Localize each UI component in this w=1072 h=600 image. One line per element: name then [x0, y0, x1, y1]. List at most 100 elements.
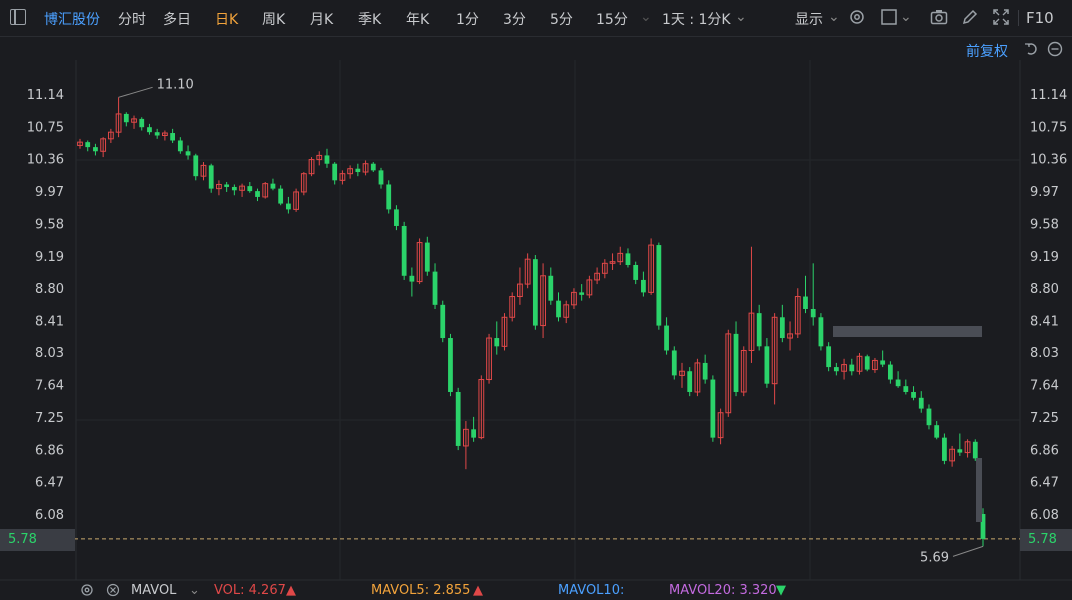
candle-body-down — [641, 279, 646, 293]
volume-indicator-bar: MAVOL ⌄ VOL: 4.267 ▲ MAVOL5: 2.855 ▲ MAV… — [76, 580, 1016, 600]
high-price-label: 11.10 — [157, 77, 194, 92]
candle-body-down — [224, 184, 230, 187]
candle-body-down — [332, 163, 338, 181]
right-tick-label: 8.41 — [1030, 315, 1059, 330]
candle-body-down — [833, 367, 839, 372]
candle-body-down — [471, 429, 477, 438]
candle-body-down — [401, 225, 407, 276]
candle-body-down — [93, 147, 98, 152]
chevron-down-icon[interactable]: ⌄ — [189, 583, 200, 598]
candle-body-down — [285, 203, 291, 210]
candle-body-down — [664, 325, 669, 351]
indicator-name[interactable]: MAVOL — [131, 583, 176, 598]
candle-body-down — [177, 140, 183, 152]
vol-value: VOL: 4.267 — [214, 583, 286, 598]
candle-body-down — [231, 186, 237, 191]
low-price-label: 5.69 — [920, 550, 949, 565]
candle-body-down — [532, 259, 538, 326]
candlestick-chart[interactable]: 11.14 11.14 10.75 10.75 10.36 10.36 9.97 9.97 9.… — [0, 0, 1072, 600]
vol-up-arrow-icon: ▲ — [286, 583, 296, 598]
mavol5-value: MAVOL5: 2.855 — [371, 583, 471, 598]
right-tick-label: 7.25 — [1030, 411, 1059, 426]
candle-body-down — [556, 300, 561, 318]
candle-body-down — [926, 408, 932, 426]
candle-body-down — [270, 183, 276, 189]
left-tick-label: 8.80 — [35, 282, 64, 297]
current-price-left: 5.78 — [0, 529, 75, 551]
candle-body-down — [386, 184, 392, 210]
candle-body-down — [455, 391, 461, 446]
candle-body-down — [185, 151, 191, 156]
left-tick-label: 9.58 — [35, 217, 64, 232]
candle-body-down — [911, 391, 916, 398]
mavol5-up-arrow-icon: ▲ — [473, 583, 483, 598]
candle-body-down — [903, 386, 909, 392]
candle-body-down — [895, 379, 901, 387]
candle-body-down — [779, 317, 785, 339]
candle-body-down — [394, 209, 399, 226]
candle-body-down — [810, 308, 816, 318]
high-pointer — [118, 86, 153, 98]
candle-body-down — [710, 379, 716, 438]
candle-body-down — [409, 275, 415, 282]
right-tick-label: 7.64 — [1030, 379, 1059, 394]
candle-body-down — [579, 292, 585, 295]
candle-body-down — [355, 168, 361, 173]
right-tick-label: 10.36 — [1030, 153, 1067, 168]
candle-body-down — [324, 155, 330, 164]
left-tick-label: 9.19 — [35, 250, 64, 265]
candle-body-down — [147, 127, 152, 133]
candle-body-down — [247, 186, 253, 192]
candle-body-down — [370, 163, 376, 171]
candle-body-down — [826, 346, 832, 368]
candle-body-down — [494, 338, 500, 347]
left-tick-label: 7.25 — [35, 411, 64, 426]
right-tick-label: 9.97 — [1030, 185, 1059, 200]
candle-body-down — [548, 275, 554, 301]
right-tick-label: 10.75 — [1030, 120, 1067, 135]
left-tick-label: 8.03 — [35, 346, 64, 361]
candle-body-down — [448, 338, 453, 392]
candle-body-down — [957, 449, 963, 453]
candle-body-down — [887, 364, 893, 380]
candle-body-down — [625, 253, 631, 265]
left-tick-label: 6.08 — [35, 508, 64, 523]
current-price-right: 5.78 — [1020, 529, 1072, 551]
candle-body-down — [633, 264, 639, 280]
candle-body-down — [818, 317, 824, 347]
candle-body-down — [880, 360, 886, 365]
mavol10-value: MAVOL10: — [558, 583, 625, 598]
price-gap-box — [976, 458, 982, 522]
candle-body-down — [123, 113, 129, 123]
right-tick-label: 8.03 — [1030, 346, 1059, 361]
gear-icon[interactable] — [80, 583, 94, 597]
candle-body-down — [756, 313, 762, 347]
candle-body-down — [170, 133, 176, 141]
right-tick-label: 6.86 — [1030, 443, 1059, 458]
left-tick-label: 9.97 — [35, 185, 64, 200]
candle-body-down — [154, 132, 160, 136]
candle-body-down — [942, 437, 947, 461]
left-tick-label: 10.36 — [27, 153, 64, 168]
candle-body-down — [656, 245, 662, 326]
candle-body-down — [208, 165, 214, 189]
right-tick-label: 8.80 — [1030, 282, 1059, 297]
right-tick-label: 9.58 — [1030, 217, 1059, 232]
candle-body-down — [193, 155, 199, 177]
candle-body-down — [255, 191, 260, 197]
candle-body-down — [934, 425, 940, 438]
candle-body-down — [278, 188, 284, 204]
candle-body-down — [440, 304, 446, 339]
right-tick-label: 9.19 — [1030, 250, 1059, 265]
left-tick-label: 10.75 — [27, 120, 64, 135]
candle-body-down — [733, 333, 739, 392]
right-tick-label: 11.14 — [1030, 88, 1067, 103]
candle-body-down — [702, 362, 708, 380]
mavol20-value: MAVOL20: 3.320 — [669, 583, 777, 598]
left-tick-label: 8.41 — [35, 315, 64, 330]
candle-body-down — [378, 170, 384, 185]
close-icon[interactable] — [106, 583, 120, 597]
candle-body-down — [424, 242, 430, 272]
right-tick-label: 6.47 — [1030, 476, 1059, 491]
candle-body-down — [687, 371, 693, 392]
